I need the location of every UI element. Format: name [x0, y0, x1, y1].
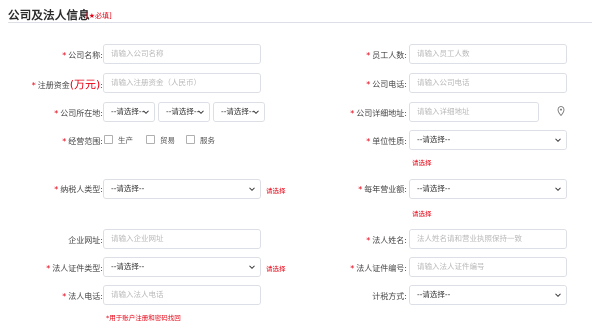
- chevron-down-icon: [198, 110, 204, 115]
- chevron-down-icon: [143, 110, 149, 115]
- annual-revenue-select[interactable]: --请选择--: [409, 179, 567, 199]
- company-website-input[interactable]: 请输入企业网址: [103, 229, 261, 249]
- legal-phone-hint: *用于账户注册和密码找回: [106, 314, 181, 322]
- company-phone-input[interactable]: 请输入公司电话: [409, 73, 567, 93]
- unit-nature-select[interactable]: --请选择--: [409, 130, 567, 150]
- employee-count-input[interactable]: 请输入员工人数: [409, 44, 567, 64]
- company-website-label: 企业网址:: [68, 236, 103, 245]
- registered-capital-input[interactable]: 请输入注册资金（人民币）: [103, 73, 261, 93]
- annual-revenue-hint: 请选择: [412, 210, 432, 218]
- chevron-down-icon: [555, 293, 561, 298]
- company-address-input[interactable]: 请输入详细地址: [409, 102, 539, 122]
- legal-id-number-label: * 法人证件编号:: [350, 264, 407, 273]
- scope-production-checkbox[interactable]: [104, 135, 113, 144]
- section-header: 公司及法人信息 [★必填]: [8, 7, 592, 23]
- scope-service-checkbox[interactable]: [186, 135, 195, 144]
- unit-nature-hint: 请选择: [412, 159, 432, 167]
- chevron-down-icon: [555, 187, 561, 192]
- chevron-down-icon: [249, 265, 255, 270]
- legal-name-label: * 法人姓名:: [366, 236, 407, 245]
- company-name-label: * 公司名称:: [62, 51, 103, 60]
- annual-revenue-label: * 每年营业额:: [358, 185, 407, 194]
- company-name-input[interactable]: 请输入公司名称: [103, 44, 261, 64]
- province-select[interactable]: --请选择--: [103, 102, 155, 122]
- scope-service-label: 服务: [200, 136, 215, 145]
- legal-name-input[interactable]: 法人姓名请和营业执照保持一致: [409, 229, 567, 249]
- company-phone-label: * 公司电话:: [366, 80, 407, 89]
- tax-method-select[interactable]: --请选择--: [409, 285, 567, 305]
- required-note: [★必填]: [86, 12, 112, 20]
- legal-phone-input[interactable]: 请输入法人电话: [103, 285, 261, 305]
- section-title: 公司及法人信息: [8, 8, 90, 22]
- scope-trade-label: 贸易: [160, 136, 175, 145]
- legal-phone-label: * 法人电话:: [62, 292, 103, 301]
- company-location-label: * 公司所在地:: [54, 109, 103, 118]
- legal-id-type-label: * 法人证件类型:: [46, 264, 103, 273]
- taxpayer-type-select[interactable]: --请选择--: [103, 179, 261, 199]
- scope-trade-checkbox[interactable]: [146, 135, 155, 144]
- scope-production-label: 生产: [118, 136, 133, 145]
- taxpayer-type-label: * 纳税人类型:: [54, 185, 103, 194]
- business-scope-label: * 经营范围:: [62, 137, 103, 146]
- legal-id-number-input[interactable]: 请输入法人证件编号: [409, 257, 567, 277]
- city-select[interactable]: --请选择--: [158, 102, 210, 122]
- company-address-label: * 公司详细地址:: [350, 109, 407, 118]
- chevron-down-icon: [555, 138, 561, 143]
- legal-id-type-hint: 请选择: [266, 265, 286, 273]
- map-pin-icon[interactable]: [557, 106, 565, 116]
- legal-id-type-select[interactable]: --请选择--: [103, 257, 261, 277]
- registered-capital-label: * 注册资金(万元):: [31, 78, 103, 91]
- chevron-down-icon: [253, 110, 259, 115]
- taxpayer-type-hint: 请选择: [266, 187, 286, 195]
- chevron-down-icon: [249, 187, 255, 192]
- unit-nature-label: * 单位性质:: [366, 137, 407, 146]
- employee-count-label: * 员工人数:: [366, 51, 407, 60]
- tax-method-label: 计税方式:: [372, 292, 407, 301]
- district-select[interactable]: --请选择--: [213, 102, 265, 122]
